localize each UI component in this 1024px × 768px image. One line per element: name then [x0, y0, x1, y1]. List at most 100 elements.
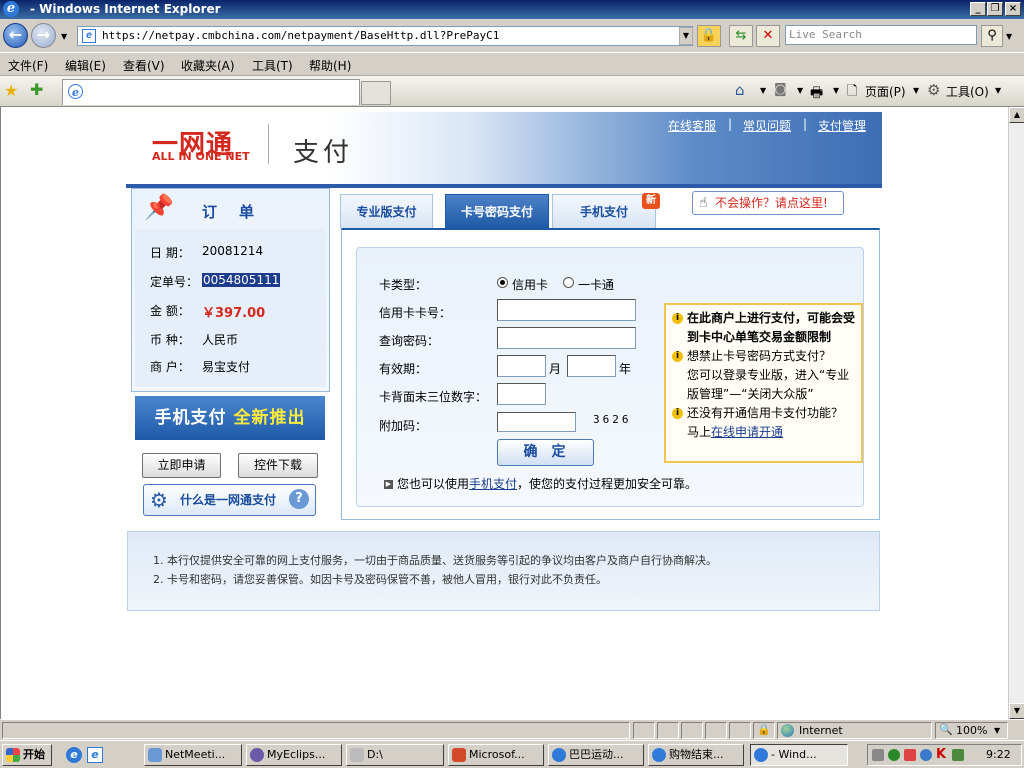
taskbar-item-microsoft[interactable]: Microsof...	[448, 744, 544, 766]
query-password-input[interactable]	[497, 327, 636, 349]
order-number[interactable]: 0054805111	[202, 273, 281, 287]
zoom-status[interactable]: 🔍 100% ▼	[935, 722, 1008, 739]
page-menu[interactable]: 页面(P)	[865, 83, 906, 100]
help-button[interactable]: ☝ 不会操作？请点这里!	[692, 191, 844, 215]
menu-edit[interactable]: 编辑(E)	[65, 57, 106, 74]
command-toolbar: ★ ✚ e ⌂ ▼ ◙ ▼ 🖶 ▼ 🗋 页面(P) ▼ ⚙ 工具(O) ▼	[0, 75, 1024, 107]
captcha-input[interactable]	[497, 412, 576, 432]
status-cell	[681, 722, 703, 739]
taskbar-item-shopping-done[interactable]: 购物结束...	[648, 744, 744, 766]
taskbar-item-ie-active[interactable]: - Wind...	[750, 744, 848, 766]
forward-button[interactable]: →	[31, 23, 56, 48]
close-button[interactable]: ×	[1005, 2, 1021, 16]
menu-bar: 文件(F) 编辑(E) 查看(V) 收藏夹(A) 工具(T) 帮助(H)	[0, 52, 1024, 75]
tray-app-icon[interactable]	[920, 749, 932, 761]
tray-app-icon[interactable]	[904, 749, 916, 761]
taskbar: 开始 e e NetMeeti... MyEclips... D:\ Micro…	[0, 740, 1024, 768]
scroll-up-icon[interactable]: ▲	[1009, 107, 1024, 123]
cvv-input[interactable]	[497, 383, 546, 405]
menu-tools[interactable]: 工具(T)	[252, 57, 293, 74]
menu-view[interactable]: 查看(V)	[123, 57, 165, 74]
confirm-button[interactable]: 确定	[497, 439, 594, 466]
tray-app-icon[interactable]	[888, 749, 900, 761]
zone-status[interactable]: Internet	[777, 722, 932, 739]
mobile-pay-promo-banner[interactable]: 手机支付 全新推出	[135, 396, 325, 440]
minimize-button[interactable]: _	[970, 2, 986, 16]
taskbar-item-drive-d[interactable]: D:\	[346, 744, 444, 766]
refresh-icon[interactable]: ⇆	[729, 25, 753, 47]
ie-icon	[652, 748, 666, 762]
mobile-pay-link[interactable]: 手机支付	[469, 477, 517, 491]
quicklaunch-page-icon[interactable]: e	[87, 747, 103, 763]
tray-antivirus-icon[interactable]: K	[936, 747, 946, 762]
card-type-label: 卡类型：	[379, 278, 428, 292]
search-input[interactable]: Live Search	[785, 25, 977, 45]
feeds-icon[interactable]: ◙	[774, 82, 787, 97]
feeds-dropdown-icon[interactable]: ▼	[797, 86, 803, 95]
taskbar-item-netmeeting[interactable]: NetMeeti...	[144, 744, 242, 766]
scroll-down-icon[interactable]: ▼	[1009, 703, 1024, 719]
quicklaunch-ie-icon[interactable]: e	[66, 747, 82, 763]
credit-card-radio[interactable]	[497, 277, 508, 288]
tab-professional-pay[interactable]: 专业版支付	[340, 194, 433, 228]
taskbar-item-baba-sports[interactable]: 巴巴运动...	[548, 744, 644, 766]
lock-icon: 🔒	[757, 723, 771, 736]
info-icon: i	[672, 408, 683, 419]
info-item-limit: i 在此商户上进行支付，可能会受到卡中心单笔交易金额限制	[672, 309, 855, 347]
security-status[interactable]: 🔒	[753, 722, 775, 739]
menu-file[interactable]: 文件(F)	[8, 57, 48, 74]
expiry-year-input[interactable]	[567, 355, 616, 377]
print-dropdown-icon[interactable]: ▼	[833, 86, 839, 95]
card-number-input[interactable]	[497, 299, 636, 321]
clock[interactable]: 9:22	[986, 748, 1011, 761]
expiry-month-input[interactable]	[497, 355, 546, 377]
tab-card-password-pay[interactable]: 卡号密码支付	[445, 194, 549, 228]
apply-now-button[interactable]: 立即申请	[142, 453, 221, 478]
vertical-scrollbar[interactable]: ▲ ▼	[1008, 107, 1024, 719]
url-input[interactable]: e https://netpay.cmbchina.com/netpayment…	[77, 26, 693, 46]
start-button[interactable]: 开始	[2, 744, 52, 766]
favorites-star-icon[interactable]: ★	[4, 81, 18, 100]
ie-icon	[754, 748, 768, 762]
lock-icon[interactable]: 🔒	[697, 25, 721, 47]
tab-mobile-pay[interactable]: 手机支付	[552, 194, 656, 228]
tools-menu[interactable]: 工具(O)	[946, 83, 989, 100]
restore-button[interactable]: ❐	[987, 2, 1003, 16]
apply-online-link[interactable]: 在线申请开通	[711, 425, 783, 439]
tray-network-icon[interactable]	[872, 749, 884, 761]
taskbar-item-myeclipse[interactable]: MyEclips...	[246, 744, 342, 766]
search-options-icon[interactable]: ▼	[1006, 32, 1012, 41]
one-card-option-label: 一卡通	[578, 278, 615, 292]
gear-icon: ⚙	[927, 81, 941, 99]
home-dropdown-icon[interactable]: ▼	[760, 86, 766, 95]
new-tab-button[interactable]	[361, 81, 391, 105]
tray-app-icon[interactable]	[952, 749, 964, 761]
page-icon: e	[82, 29, 96, 43]
print-icon[interactable]: 🖶	[810, 82, 823, 106]
download-control-button[interactable]: 控件下载	[238, 453, 318, 478]
page-dropdown-icon[interactable]: ▼	[913, 86, 919, 95]
info-item-disable-detail: 您可以登录专业版，进入“专业版管理”—“关闭大众版”	[687, 368, 850, 401]
globe-icon	[781, 724, 794, 737]
one-card-radio[interactable]	[563, 277, 574, 288]
info-icon: i	[672, 313, 683, 324]
url-dropdown-icon[interactable]: ▼	[679, 27, 693, 45]
link-faq[interactable]: 常见问题	[743, 117, 791, 134]
what-is-one-net-pay-button[interactable]: ⚙ 什么是一网通支付 ?	[143, 484, 316, 516]
link-online-service[interactable]: 在线客服	[668, 117, 716, 134]
add-favorites-icon[interactable]: ✚	[30, 80, 43, 99]
menu-help[interactable]: 帮助(H)	[309, 57, 351, 74]
history-dropdown-icon[interactable]: ▼	[61, 32, 67, 41]
home-icon[interactable]: ⌂	[735, 81, 745, 99]
search-icon[interactable]: ⚲	[981, 25, 1003, 47]
back-button[interactable]: ←	[3, 23, 28, 48]
stop-icon[interactable]: ✕	[756, 25, 780, 47]
link-pay-management[interactable]: 支付管理	[818, 117, 866, 134]
status-text	[2, 722, 630, 739]
tools-dropdown-icon[interactable]: ▼	[995, 86, 1001, 95]
menu-favorites[interactable]: 收藏夹(A)	[181, 57, 235, 74]
browser-tab[interactable]: e	[62, 79, 360, 105]
system-tray: K 9:22	[867, 744, 1022, 766]
query-password-label: 查询密码：	[379, 334, 440, 348]
notice-item-2: 2. 卡号和密码，请您妥善保管。如因卡号及密码保管不善，被他人冒用，银行对此不负…	[153, 573, 607, 586]
